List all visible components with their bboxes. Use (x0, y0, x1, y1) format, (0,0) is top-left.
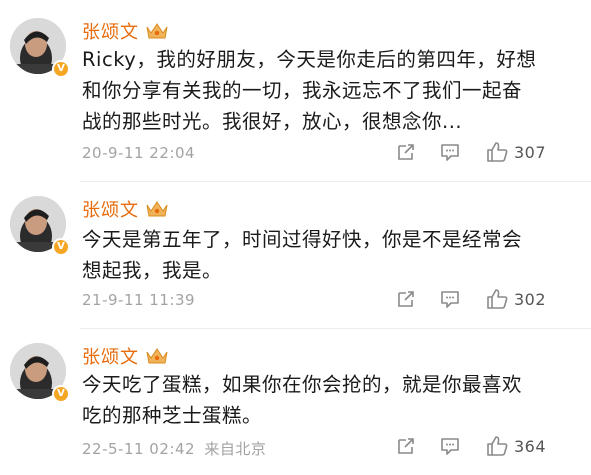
username[interactable]: 张颂文 (82, 343, 139, 369)
like-count: 302 (514, 289, 547, 309)
name-row: 张颂文 (82, 196, 169, 222)
divider (80, 328, 591, 329)
verified-v-icon: V (52, 238, 70, 256)
timestamp: 21-9-11 11:39 (82, 291, 196, 309)
post-content: Ricky，我的好朋友，今天是你走后的第四年，好想 和你分享有关我的一切，我永远… (82, 44, 562, 137)
verified-v-icon: V (52, 385, 70, 403)
timestamp: 22-5-11 02:42 (82, 440, 196, 458)
like-count: 364 (514, 436, 547, 456)
username[interactable]: 张颂文 (82, 18, 139, 44)
name-row: 张颂文 (82, 18, 169, 44)
post-meta: 21-9-11 11:39 (82, 291, 199, 309)
avatar[interactable]: V (10, 343, 70, 403)
verified-v-icon: V (52, 60, 70, 78)
post-content: 今天是第五年了，时间过得好快，你是不是经常会 想起我，我是。 (82, 224, 562, 286)
post-actions: 302 (395, 288, 546, 310)
username[interactable]: 张颂文 (82, 196, 139, 222)
divider (80, 181, 591, 182)
post-content: 今天吃了蛋糕，如果你在你会抢的，就是你最喜欢 吃的那种芝士蛋糕。 (82, 369, 562, 431)
content-line: 吃的那种芝士蛋糕。 (82, 404, 263, 427)
post-actions: 307 (395, 141, 546, 163)
thumbs-up-icon (486, 288, 508, 310)
content-line: Ricky，我的好朋友，今天是你走后的第四年，好想 (82, 48, 537, 71)
weibo-comment-feed: V 张颂文 Ricky，我的好朋友，今天是你走后的第四年，好想 和你分享有关我的… (0, 0, 591, 475)
crown-badge-icon (145, 21, 169, 41)
name-row: 张颂文 (82, 343, 169, 369)
crown-badge-icon (145, 346, 169, 366)
share-icon[interactable] (395, 288, 417, 310)
avatar[interactable]: V (10, 196, 70, 256)
comment-icon[interactable] (439, 288, 461, 310)
crown-badge-icon (145, 199, 169, 219)
source-location: 来自北京 (204, 440, 267, 458)
post-meta: 22-5-11 02:42 来自北京 (82, 438, 266, 459)
content-line: 想起我，我是。 (82, 259, 223, 282)
share-icon[interactable] (395, 141, 417, 163)
like-button[interactable]: 364 (486, 435, 546, 457)
avatar[interactable]: V (10, 18, 70, 78)
like-button[interactable]: 307 (486, 141, 546, 163)
like-button[interactable]: 302 (486, 288, 546, 310)
timestamp: 20-9-11 22:04 (82, 144, 196, 162)
content-line: 和你分享有关我的一切，我永远忘不了我们一起奋 (82, 79, 523, 102)
content-line: 今天是第五年了，时间过得好快，你是不是经常会 (82, 228, 523, 251)
comment-icon[interactable] (439, 435, 461, 457)
post-actions: 364 (395, 435, 546, 457)
thumbs-up-icon (486, 435, 508, 457)
like-count: 307 (514, 142, 547, 162)
post-meta: 20-9-11 22:04 (82, 144, 199, 162)
content-line: 战的那些时光。我很好，放心，很想念你... (82, 110, 463, 133)
thumbs-up-icon (486, 141, 508, 163)
content-line: 今天吃了蛋糕，如果你在你会抢的，就是你最喜欢 (82, 373, 523, 396)
comment-icon[interactable] (439, 141, 461, 163)
share-icon[interactable] (395, 435, 417, 457)
